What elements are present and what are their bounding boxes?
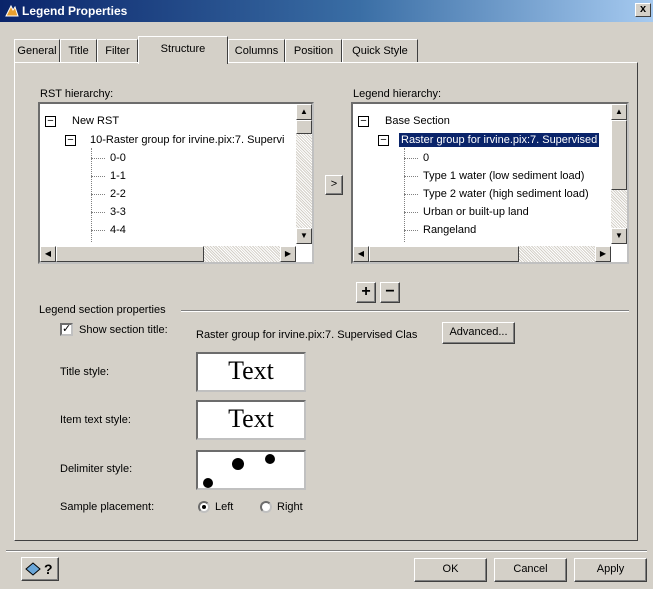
- tab-position[interactable]: Position: [285, 39, 342, 63]
- tab-title[interactable]: Title: [60, 39, 97, 63]
- tab-columns[interactable]: Columns: [228, 39, 285, 63]
- ok-button[interactable]: OK: [414, 558, 487, 582]
- legend-item[interactable]: Rangeland: [423, 223, 476, 237]
- scroll-right-button[interactable]: ▶: [595, 246, 611, 262]
- tab-quick-style[interactable]: Quick Style: [342, 39, 418, 63]
- scroll-thumb[interactable]: [56, 246, 204, 262]
- close-icon: x: [639, 3, 647, 15]
- placement-right-label: Right: [277, 501, 303, 513]
- item-text-style-label: Item text style:: [60, 414, 131, 426]
- move-to-legend-button[interactable]: >: [325, 175, 343, 195]
- tree-connector: [91, 158, 105, 159]
- title-style-label: Title style:: [60, 366, 110, 378]
- add-button[interactable]: +: [356, 282, 376, 303]
- tab-structure[interactable]: Structure: [138, 36, 228, 64]
- title-bar[interactable]: Legend Properties x: [0, 0, 653, 22]
- help-pointer-icon: [25, 562, 41, 576]
- scroll-up-button[interactable]: ▲: [296, 104, 312, 120]
- legend-tree[interactable]: − Base Section − Raster group for irvine…: [351, 102, 629, 264]
- tree-connector: [404, 176, 418, 177]
- rst-group-node[interactable]: 10-Raster group for irvine.pix:7. Superv…: [90, 133, 284, 147]
- tree-connector: [91, 194, 105, 195]
- tree-connector: [91, 176, 105, 177]
- collapse-icon[interactable]: −: [378, 135, 389, 146]
- show-section-title-checkbox[interactable]: ✓: [60, 323, 73, 336]
- footer-divider: [6, 550, 647, 552]
- legend-properties-window: Legend Properties x General Title Filter…: [0, 0, 653, 589]
- delimiter-style-sample[interactable]: [196, 450, 306, 490]
- placement-right-radio[interactable]: [260, 501, 272, 513]
- placement-left-label: Left: [215, 501, 234, 513]
- rst-tree[interactable]: − New RST − 10-Raster group for irvine.p…: [38, 102, 314, 264]
- sample-placement-label: Sample placement:: [60, 501, 155, 513]
- tab-general[interactable]: General: [14, 39, 60, 63]
- radio-selected-dot: [202, 505, 206, 509]
- legend-item[interactable]: 0: [423, 151, 429, 165]
- rst-item[interactable]: 3-3: [110, 205, 126, 219]
- rst-root-node[interactable]: New RST: [72, 114, 119, 128]
- app-icon: [5, 4, 19, 17]
- placement-left-radio[interactable]: [198, 501, 210, 513]
- section-title-value: Raster group for irvine.pix:7. Supervise…: [196, 329, 418, 341]
- scroll-up-button[interactable]: ▲: [611, 104, 627, 120]
- cancel-button[interactable]: Cancel: [494, 558, 567, 582]
- rst-hierarchy-label: RST hierarchy:: [40, 88, 114, 100]
- legend-item[interactable]: Type 1 water (low sediment load): [423, 169, 584, 183]
- close-button[interactable]: x: [635, 3, 651, 17]
- group-divider: [181, 310, 629, 312]
- collapse-icon[interactable]: −: [45, 116, 56, 127]
- scroll-thumb[interactable]: [296, 120, 312, 134]
- tree-connector: [404, 148, 405, 242]
- legend-item[interactable]: Type 2 water (high sediment load): [423, 187, 589, 201]
- tree-connector: [404, 230, 418, 231]
- scroll-down-button[interactable]: ▼: [296, 228, 312, 244]
- tree-connector: [91, 212, 105, 213]
- delimiter-dots-icon: [203, 454, 275, 488]
- scroll-right-button[interactable]: ▶: [280, 246, 296, 262]
- tab-filter[interactable]: Filter: [97, 39, 138, 63]
- help-question-mark: ?: [44, 561, 53, 577]
- tree-connector: [404, 158, 418, 159]
- tree-connector: [91, 148, 92, 242]
- scroll-thumb[interactable]: [369, 246, 519, 262]
- scroll-left-button[interactable]: ◀: [353, 246, 369, 262]
- tree-connector: [91, 230, 105, 231]
- tree-connector: [404, 212, 418, 213]
- remove-button[interactable]: −: [380, 282, 400, 303]
- tree-connector: [404, 194, 418, 195]
- rst-item[interactable]: 4-4: [110, 223, 126, 237]
- rst-item[interactable]: 0-0: [110, 151, 126, 165]
- legend-hierarchy-label: Legend hierarchy:: [353, 88, 442, 100]
- legend-root-node[interactable]: Base Section: [385, 114, 450, 128]
- apply-button[interactable]: Apply: [574, 558, 647, 582]
- collapse-icon[interactable]: −: [65, 135, 76, 146]
- help-button[interactable]: ?: [21, 557, 59, 581]
- scroll-left-button[interactable]: ◀: [40, 246, 56, 262]
- item-text-style-sample[interactable]: Text: [196, 400, 306, 440]
- scroll-thumb[interactable]: [611, 120, 627, 190]
- delimiter-style-label: Delimiter style:: [60, 463, 133, 475]
- title-style-sample[interactable]: Text: [196, 352, 306, 392]
- legend-group-node-selected[interactable]: Raster group for irvine.pix:7. Supervise…: [399, 133, 600, 147]
- section-properties-heading: Legend section properties: [39, 304, 166, 316]
- legend-item[interactable]: Urban or built-up land: [423, 205, 529, 219]
- show-section-title-label: Show section title:: [79, 324, 168, 336]
- collapse-icon[interactable]: −: [358, 116, 369, 127]
- scroll-down-button[interactable]: ▼: [611, 228, 627, 244]
- rst-item[interactable]: 2-2: [110, 187, 126, 201]
- window-title: Legend Properties: [22, 4, 128, 18]
- rst-item[interactable]: 1-1: [110, 169, 126, 183]
- advanced-button[interactable]: Advanced...: [442, 322, 515, 344]
